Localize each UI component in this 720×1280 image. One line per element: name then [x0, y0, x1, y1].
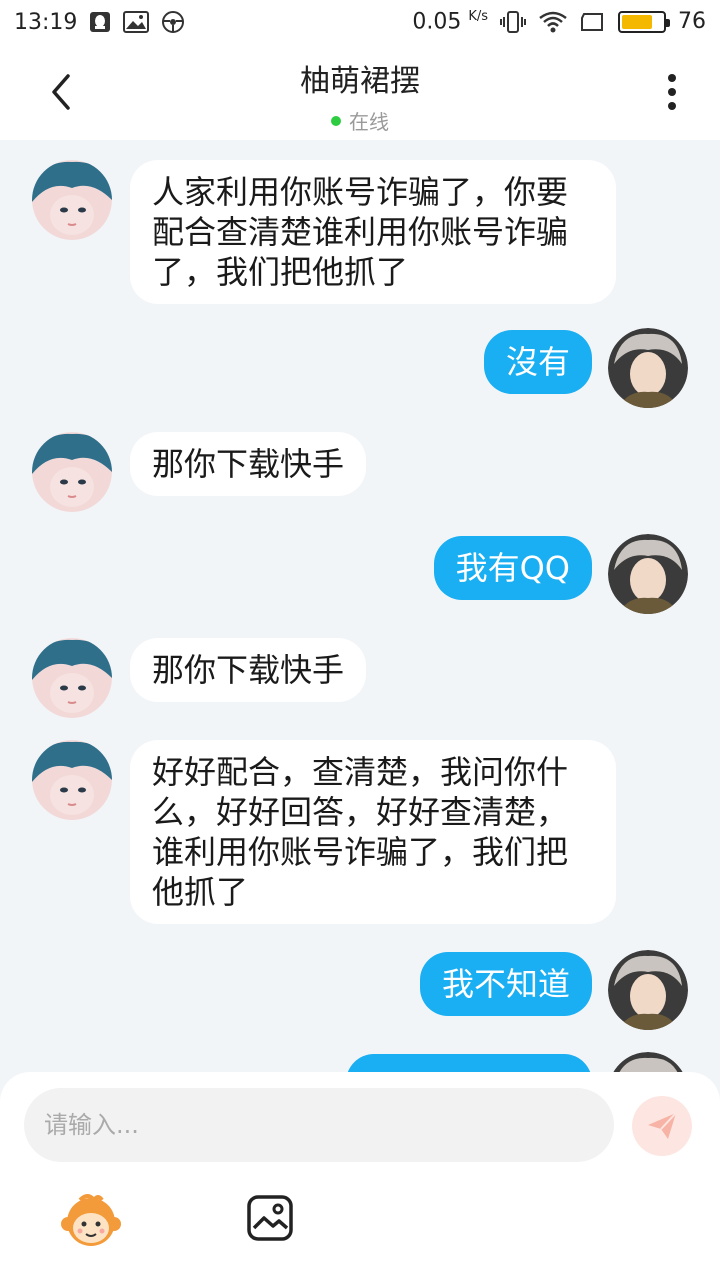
message-line: 了，我们把他抓了 — [152, 253, 409, 291]
contact-avatar[interactable] — [32, 432, 112, 512]
composer-panel — [0, 1072, 720, 1280]
online-status: 在线 — [0, 106, 720, 135]
self-avatar-icon — [608, 950, 688, 1030]
message-line: 我有QQ — [455, 549, 570, 587]
message-line: 我不知道 — [441, 965, 570, 1003]
contact-avatar-icon — [32, 740, 112, 820]
send-button[interactable] — [632, 1096, 692, 1156]
self-avatar[interactable] — [608, 328, 688, 408]
status-bar: 13:19 0.05 K/s 76 — [0, 0, 720, 44]
message-list[interactable]: 人家利用你账号诈骗了，你要 配合查清楚谁利用你账号诈骗 了，我们把他抓了 沒有 — [0, 140, 720, 1080]
emoji-button[interactable] — [60, 1190, 122, 1252]
online-dot-icon — [331, 115, 341, 126]
image-button[interactable] — [246, 1194, 294, 1242]
contact-avatar-icon — [32, 160, 112, 240]
network-speed: 0.05 K/s — [412, 9, 488, 34]
message-line: 人家利用你账号诈骗了，你要 — [152, 173, 569, 211]
more-options-button[interactable] — [650, 70, 694, 114]
steering-wheel-icon — [161, 10, 185, 34]
message-bubble-sent[interactable]: 沒有 — [483, 330, 592, 394]
image-icon — [247, 1195, 293, 1241]
message-line: 那你下载快手 — [152, 445, 345, 483]
network-speed-value: 0.05 — [412, 9, 462, 35]
contact-avatar-icon — [32, 638, 112, 718]
battery-icon — [618, 10, 670, 33]
message-bubble-received[interactable]: 人家利用你账号诈骗了，你要 配合查清楚谁利用你账号诈骗 了，我们把他抓了 — [130, 160, 616, 304]
monkey-emoji-icon — [61, 1194, 121, 1246]
message-line: 沒有 — [505, 343, 570, 381]
sim-icon — [580, 10, 606, 34]
message-input[interactable] — [24, 1088, 614, 1162]
message-line: 那你下载快手 — [152, 651, 345, 689]
contact-avatar[interactable] — [32, 638, 112, 718]
chat-title-block: 柚萌裙摆 在线 — [0, 56, 720, 135]
battery-level: 76 — [678, 9, 706, 35]
chat-title: 柚萌裙摆 — [300, 64, 420, 99]
message-line: 谁利用你账号诈骗了，我们把 — [152, 833, 569, 871]
qq-notification-icon — [89, 11, 111, 33]
more-vertical-icon — [668, 74, 676, 110]
status-time: 13:19 — [14, 9, 78, 35]
message-line: 他抓了 — [152, 873, 249, 911]
network-speed-unit: K/s — [468, 9, 488, 25]
contact-avatar[interactable] — [32, 740, 112, 820]
message-line: 好好配合，查清楚，我问你什 — [152, 753, 569, 791]
message-bubble-received[interactable]: 好好配合，查清楚，我问你什 么，好好回答，好好查清楚， 谁利用你账号诈骗了，我们… — [130, 740, 616, 924]
message-bubble-received[interactable]: 那你下载快手 — [130, 638, 367, 702]
self-avatar[interactable] — [608, 534, 688, 614]
self-avatar-icon — [608, 328, 688, 408]
self-avatar-icon — [608, 534, 688, 614]
self-avatar[interactable] — [608, 950, 688, 1030]
wifi-icon — [538, 10, 568, 34]
paper-plane-icon — [648, 1112, 677, 1139]
message-line: 配合查清楚谁利用你账号诈骗 — [152, 213, 569, 251]
contact-avatar[interactable] — [32, 160, 112, 240]
message-bubble-sent[interactable]: 我有QQ — [433, 536, 592, 600]
chat-header: 柚萌裙摆 在线 — [0, 44, 720, 140]
contact-avatar-icon — [32, 432, 112, 512]
vibrate-icon — [500, 10, 526, 34]
message-bubble-received[interactable]: 那你下载快手 — [130, 432, 367, 496]
message-bubble-sent[interactable]: 我不知道 — [419, 952, 592, 1016]
message-line: 么，好好回答，好好查清楚， — [152, 793, 569, 831]
gallery-notification-icon — [123, 11, 150, 33]
online-status-label: 在线 — [349, 110, 389, 134]
